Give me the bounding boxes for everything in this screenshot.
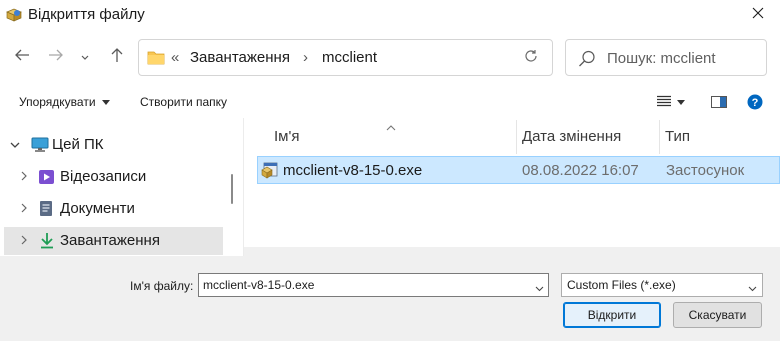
address-bar[interactable]: « Завантаження › mcclient — [138, 39, 553, 76]
chevron-down-icon[interactable] — [10, 140, 20, 150]
list-view-icon — [657, 95, 671, 110]
column-separator[interactable] — [516, 120, 517, 154]
file-type-filter[interactable]: Custom Files (*.exe) — [561, 273, 763, 297]
chevron-right-icon[interactable] — [19, 235, 29, 245]
cancel-label: Скасувати — [688, 308, 747, 322]
svg-text:?: ? — [752, 97, 759, 109]
dialog-footer: Ім'я файлу: mcclient-v8-15-0.exe Custom … — [0, 256, 780, 341]
file-date: 08.08.2022 16:07 — [522, 162, 639, 179]
chevron-down-icon — [748, 281, 757, 295]
chevron-down-icon — [81, 48, 89, 66]
view-options-button[interactable] — [657, 95, 685, 110]
help-button[interactable]: ? — [747, 94, 763, 113]
recent-locations-button[interactable] — [75, 44, 95, 70]
file-name: mcclient-v8-15-0.exe — [283, 162, 423, 179]
up-button[interactable] — [104, 44, 130, 70]
chevron-right-icon[interactable] — [19, 171, 29, 181]
window-title: Відкриття файлу — [28, 6, 145, 23]
search-input[interactable]: Пошук: mcclient — [565, 39, 767, 76]
nav-label: Цей ПК — [52, 136, 104, 153]
arrow-left-icon — [14, 48, 30, 67]
refresh-button[interactable] — [519, 47, 543, 69]
column-separator[interactable] — [659, 120, 660, 154]
forward-button[interactable] — [43, 44, 69, 70]
close-icon — [752, 6, 764, 24]
breadcrumb-separator[interactable]: › — [303, 49, 308, 66]
back-button[interactable] — [9, 44, 35, 70]
new-folder-button[interactable]: Створити папку — [140, 95, 227, 109]
monitor-icon — [31, 137, 49, 153]
nav-item-downloads[interactable]: Завантаження — [4, 227, 223, 255]
chevron-down-icon — [677, 100, 685, 105]
close-button[interactable] — [735, 0, 780, 30]
preview-pane-button[interactable] — [711, 96, 727, 111]
open-button[interactable]: Відкрити — [563, 302, 661, 328]
file-list: Ім'я Дата змінення Тип mcclient-v8-15-0.… — [244, 118, 780, 256]
organize-label: Упорядкувати — [19, 95, 96, 109]
app-icon — [6, 7, 22, 23]
document-icon — [38, 200, 56, 216]
arrow-right-icon — [48, 48, 64, 67]
open-label: Відкрити — [587, 308, 637, 322]
file-row[interactable]: mcclient-v8-15-0.exe 08.08.2022 16:07 За… — [257, 156, 780, 184]
title-bar: Відкриття файлу — [0, 0, 780, 30]
refresh-icon — [524, 49, 538, 68]
address-overflow[interactable]: « — [171, 49, 179, 66]
preview-pane-icon — [711, 96, 727, 111]
organize-button[interactable]: Упорядкувати — [19, 95, 110, 109]
chevron-right-icon[interactable] — [19, 203, 29, 213]
nav-label: Документи — [60, 200, 135, 217]
filename-value: mcclient-v8-15-0.exe — [203, 278, 315, 292]
help-icon: ? — [747, 94, 763, 113]
column-header-type[interactable]: Тип — [665, 128, 690, 145]
breadcrumb-downloads[interactable]: Завантаження — [190, 49, 290, 66]
nav-item-videos[interactable]: Відеозаписи — [4, 163, 223, 191]
search-placeholder: Пошук: mcclient — [607, 50, 716, 67]
file-type: Застосунок — [666, 162, 745, 179]
nav-item-this-pc[interactable]: Цей ПК — [4, 131, 223, 159]
column-header-date[interactable]: Дата змінення — [522, 128, 621, 145]
nav-scrollbar[interactable] — [231, 174, 233, 204]
filename-label: Ім'я файлу: — [130, 279, 194, 293]
chevron-down-icon[interactable] — [535, 281, 544, 295]
executable-icon — [261, 162, 279, 179]
cancel-button[interactable]: Скасувати — [673, 302, 762, 328]
navigation-pane: Цей ПК Відеозаписи Документи Завантаженн… — [0, 118, 236, 256]
new-folder-label: Створити папку — [140, 95, 228, 109]
download-icon — [39, 232, 57, 249]
chevron-down-icon — [101, 99, 110, 105]
nav-label: Завантаження — [60, 232, 160, 249]
filename-input[interactable]: mcclient-v8-15-0.exe — [198, 273, 549, 297]
video-icon — [38, 169, 56, 185]
nav-item-documents[interactable]: Документи — [4, 195, 223, 223]
search-icon — [578, 50, 596, 73]
column-header-name[interactable]: Ім'я — [274, 128, 299, 145]
breadcrumb-mcclient[interactable]: mcclient — [322, 49, 377, 66]
nav-label: Відеозаписи — [60, 168, 147, 185]
sort-ascending-icon — [386, 118, 396, 136]
arrow-up-icon — [110, 47, 124, 68]
filter-value: Custom Files (*.exe) — [567, 278, 676, 292]
folder-icon — [147, 50, 165, 65]
horizontal-scrollbar[interactable] — [244, 247, 780, 256]
